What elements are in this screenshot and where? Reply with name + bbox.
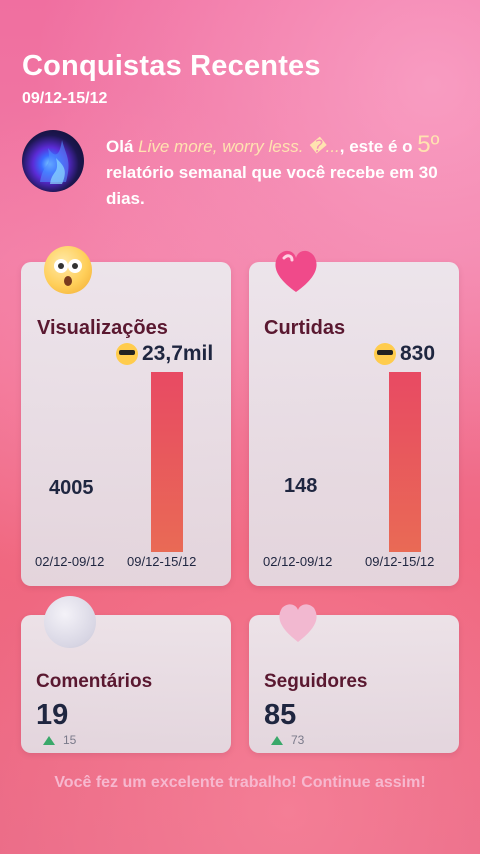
likes-label: Curtidas	[264, 317, 346, 339]
likes-current-bar	[389, 372, 421, 552]
avatar-art-icon	[40, 140, 69, 184]
followers-delta: 73	[271, 733, 304, 747]
comments-value: 19	[36, 699, 69, 731]
views-card[interactable]: Visualizações 23,7mil 4005 02/12-09/12 0…	[21, 262, 231, 586]
views-label: Visualizações	[37, 317, 168, 339]
likes-previous-period: 02/12-09/12	[263, 554, 333, 569]
report-ordinal: 5º	[417, 131, 440, 158]
cool-face-icon	[374, 343, 396, 365]
views-previous-period: 02/12-09/12	[35, 554, 105, 569]
page-title: Conquistas Recentes	[22, 50, 321, 82]
views-current-value: 23,7mil	[116, 342, 213, 366]
trend-up-icon	[43, 735, 55, 745]
comments-delta: 15	[43, 733, 76, 747]
speech-bubble-icon	[44, 596, 96, 648]
greeting-prefix: Olá	[106, 137, 139, 156]
followers-value: 85	[264, 699, 297, 731]
avatar[interactable]	[22, 130, 84, 192]
date-range: 09/12-15/12	[22, 90, 108, 107]
heart-icon	[268, 242, 324, 298]
heart-bow-icon	[272, 598, 324, 646]
astonished-face-icon	[44, 246, 92, 294]
likes-card[interactable]: Curtidas 830 148 02/12-09/12 09/12-15/12	[249, 262, 459, 586]
footer-message: Você fez um excelente trabalho! Continue…	[54, 774, 426, 791]
greeting-suffix: relatório semanal que você recebe em 30 …	[106, 163, 438, 208]
comments-label: Comentários	[36, 671, 153, 692]
comments-delta-value: 15	[63, 733, 77, 747]
trend-up-icon	[271, 735, 283, 745]
greeting-message: Olá Live more, worry less. �..., este é …	[106, 132, 456, 212]
username: Live more, worry less. �...	[138, 137, 340, 156]
likes-current-value: 830	[374, 342, 435, 366]
likes-current-text: 830	[400, 342, 436, 365]
followers-label: Seguidores	[264, 671, 368, 692]
greeting-middle: , este é o	[339, 137, 418, 156]
views-current-bar	[151, 372, 183, 552]
likes-previous-value: 148	[284, 475, 318, 497]
followers-delta-value: 73	[291, 733, 305, 747]
views-current-period: 09/12-15/12	[127, 554, 197, 569]
cool-face-icon	[116, 343, 138, 365]
views-current-text: 23,7mil	[142, 342, 214, 365]
views-previous-value: 4005	[49, 477, 94, 499]
likes-current-period: 09/12-15/12	[365, 554, 435, 569]
